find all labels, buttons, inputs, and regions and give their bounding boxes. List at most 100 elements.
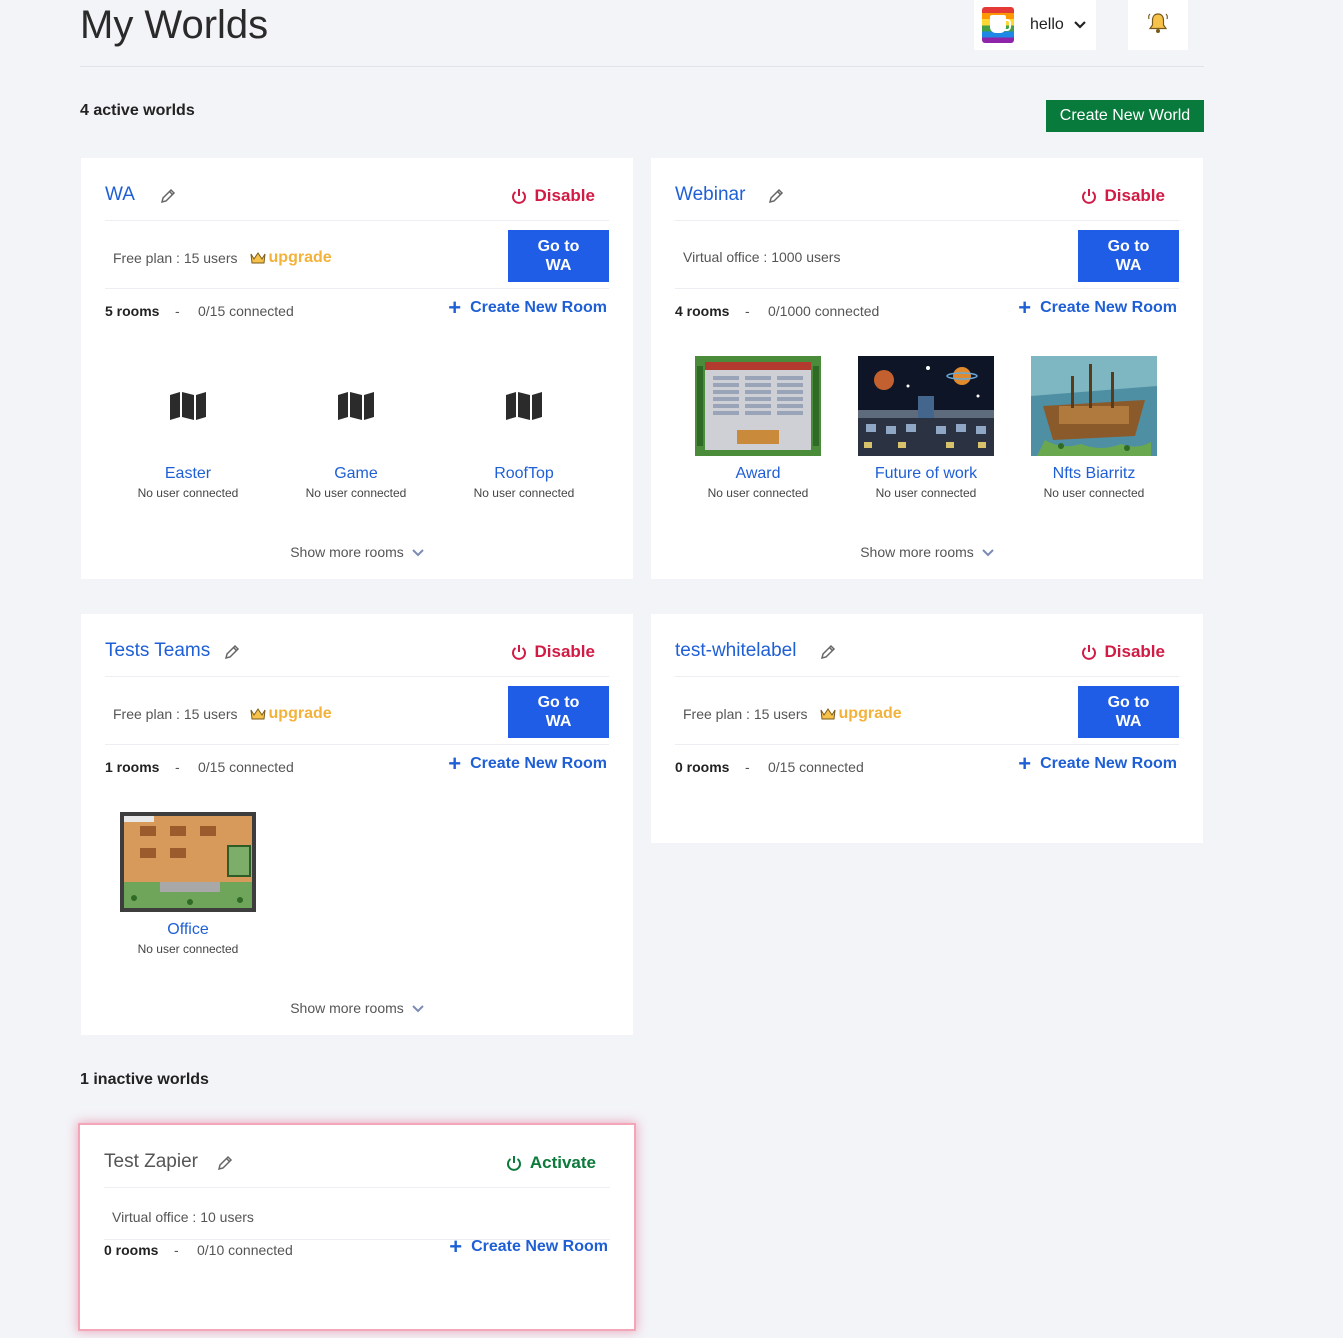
show-more-rooms-button[interactable]: Show more rooms [81, 544, 633, 560]
separator: - [745, 303, 750, 319]
world-name[interactable]: WA [105, 184, 135, 206]
disable-button[interactable]: Disable [511, 637, 595, 667]
room-tile[interactable]: Office No user connected [108, 812, 268, 956]
separator: - [745, 759, 750, 775]
create-room-button[interactable]: + Create New Room [448, 295, 607, 320]
connected-count: 0/15 connected [198, 759, 294, 775]
room-name[interactable]: Nfts Biarritz [1014, 465, 1174, 483]
disable-label: Disable [534, 186, 595, 205]
user-menu[interactable]: hello [974, 0, 1096, 50]
room-name[interactable]: Award [678, 465, 838, 483]
power-icon [511, 644, 526, 660]
plan-text: Virtual office : 10 users [112, 1209, 254, 1225]
chevron-down-icon [412, 1005, 424, 1013]
disable-button[interactable]: Disable [1081, 637, 1165, 667]
create-room-button[interactable]: + Create New Room [1018, 753, 1177, 775]
room-tile[interactable]: Game No user connected [276, 356, 436, 500]
pencil-icon[interactable] [224, 644, 240, 660]
disable-label: Disable [1104, 642, 1165, 661]
show-more-rooms-button[interactable]: Show more rooms [81, 1000, 633, 1016]
rooms-count: 4 rooms [675, 303, 730, 319]
chevron-down-icon [1074, 18, 1088, 32]
show-more-rooms-button[interactable]: Show more rooms [651, 544, 1203, 560]
pencil-icon[interactable] [820, 644, 836, 660]
create-room-label: Create New Room [470, 755, 607, 772]
plan-row: Free plan : 15 users upgrade Go to WA [105, 230, 609, 289]
power-icon [1081, 644, 1096, 660]
room-name[interactable]: RoofTop [444, 465, 604, 483]
room-tile[interactable]: Nfts Biarritz No user connected [1014, 356, 1174, 500]
world-name[interactable]: Webinar [675, 184, 745, 206]
space-map-thumbnail [846, 356, 1006, 456]
room-name[interactable]: Easter [108, 465, 268, 483]
go-to-world-button[interactable]: Go to WA [508, 230, 609, 282]
world-card-header: Tests Teams Disable [105, 632, 609, 677]
map-icon [444, 356, 604, 456]
plus-icon: + [448, 295, 462, 320]
bell-icon [1146, 11, 1170, 40]
map-icon [276, 356, 436, 456]
show-more-label: Show more rooms [290, 1000, 404, 1016]
pencil-icon[interactable] [217, 1155, 233, 1171]
go-to-world-button[interactable]: Go to WA [1078, 230, 1179, 282]
upgrade-label: upgrade [838, 705, 902, 722]
go-to-world-button[interactable]: Go to WA [508, 686, 609, 738]
plan-label: Virtual office : 1000 users [683, 249, 841, 265]
pencil-icon[interactable] [768, 188, 784, 204]
upgrade-link[interactable]: upgrade [250, 705, 332, 723]
room-tile[interactable]: Future of work No user connected [846, 356, 1006, 500]
create-room-label: Create New Room [1040, 755, 1177, 772]
room-status: No user connected [305, 486, 407, 500]
world-name[interactable]: Tests Teams [105, 640, 210, 662]
create-room-button[interactable]: + Create New Room [1018, 295, 1177, 320]
upgrade-link[interactable]: upgrade [250, 249, 332, 267]
auditorium-map-thumbnail [678, 356, 838, 456]
room-tile[interactable]: RoofTop No user connected [444, 356, 604, 500]
world-card-header: Webinar Disable [675, 176, 1179, 221]
plan-text: Free plan : 15 users upgrade [113, 249, 332, 267]
chevron-down-icon [982, 549, 994, 557]
room-status: No user connected [1043, 486, 1145, 500]
upgrade-link[interactable]: upgrade [820, 705, 902, 723]
world-name[interactable]: test-whitelabel [675, 640, 796, 662]
connected-count: 0/15 connected [768, 759, 864, 775]
create-world-button[interactable]: Create New World [1046, 100, 1204, 132]
create-room-button[interactable]: + Create New Room [449, 1234, 608, 1259]
crown-icon [820, 708, 836, 720]
create-room-button[interactable]: + Create New Room [448, 751, 607, 776]
room-name[interactable]: Office [108, 921, 268, 939]
plus-icon: + [448, 751, 462, 776]
office-map-thumbnail [108, 812, 268, 912]
connected-count: 0/1000 connected [768, 303, 880, 319]
go-to-world-button[interactable]: Go to WA [1078, 686, 1179, 738]
room-status: No user connected [875, 486, 977, 500]
world-name[interactable]: Test Zapier [104, 1151, 198, 1173]
rooms-count: 0 rooms [104, 1242, 159, 1258]
map-icon [108, 356, 268, 456]
room-tile[interactable]: Award No user connected [678, 356, 838, 500]
rooms-row: 5 rooms - 0/15 connected + Create New Ro… [105, 297, 609, 327]
disable-label: Disable [534, 642, 595, 661]
plan-row: Free plan : 15 users upgrade Go to WA [105, 686, 609, 745]
room-status: No user connected [707, 486, 809, 500]
rooms-row: 0 rooms - 0/10 connected + Create New Ro… [104, 1236, 610, 1266]
rooms-row: 0 rooms - 0/15 connected + Create New Ro… [675, 753, 1179, 783]
avatar [982, 7, 1014, 43]
connected-count: 0/15 connected [198, 303, 294, 319]
plus-icon: + [1018, 295, 1032, 320]
notifications-button[interactable] [1128, 0, 1188, 50]
room-name[interactable]: Future of work [846, 465, 1006, 483]
rooms-count: 1 rooms [105, 759, 160, 775]
plus-icon: + [449, 1234, 463, 1259]
disable-button[interactable]: Disable [1081, 181, 1165, 211]
room-name[interactable]: Game [276, 465, 436, 483]
create-room-label: Create New Room [1040, 299, 1177, 316]
chevron-down-icon [412, 549, 424, 557]
pencil-icon[interactable] [160, 188, 176, 204]
crown-icon [250, 708, 266, 720]
disable-label: Disable [1104, 186, 1165, 205]
show-more-label: Show more rooms [290, 544, 404, 560]
activate-button[interactable]: Activate [506, 1148, 596, 1178]
disable-button[interactable]: Disable [511, 181, 595, 211]
room-tile[interactable]: Easter No user connected [108, 356, 268, 500]
